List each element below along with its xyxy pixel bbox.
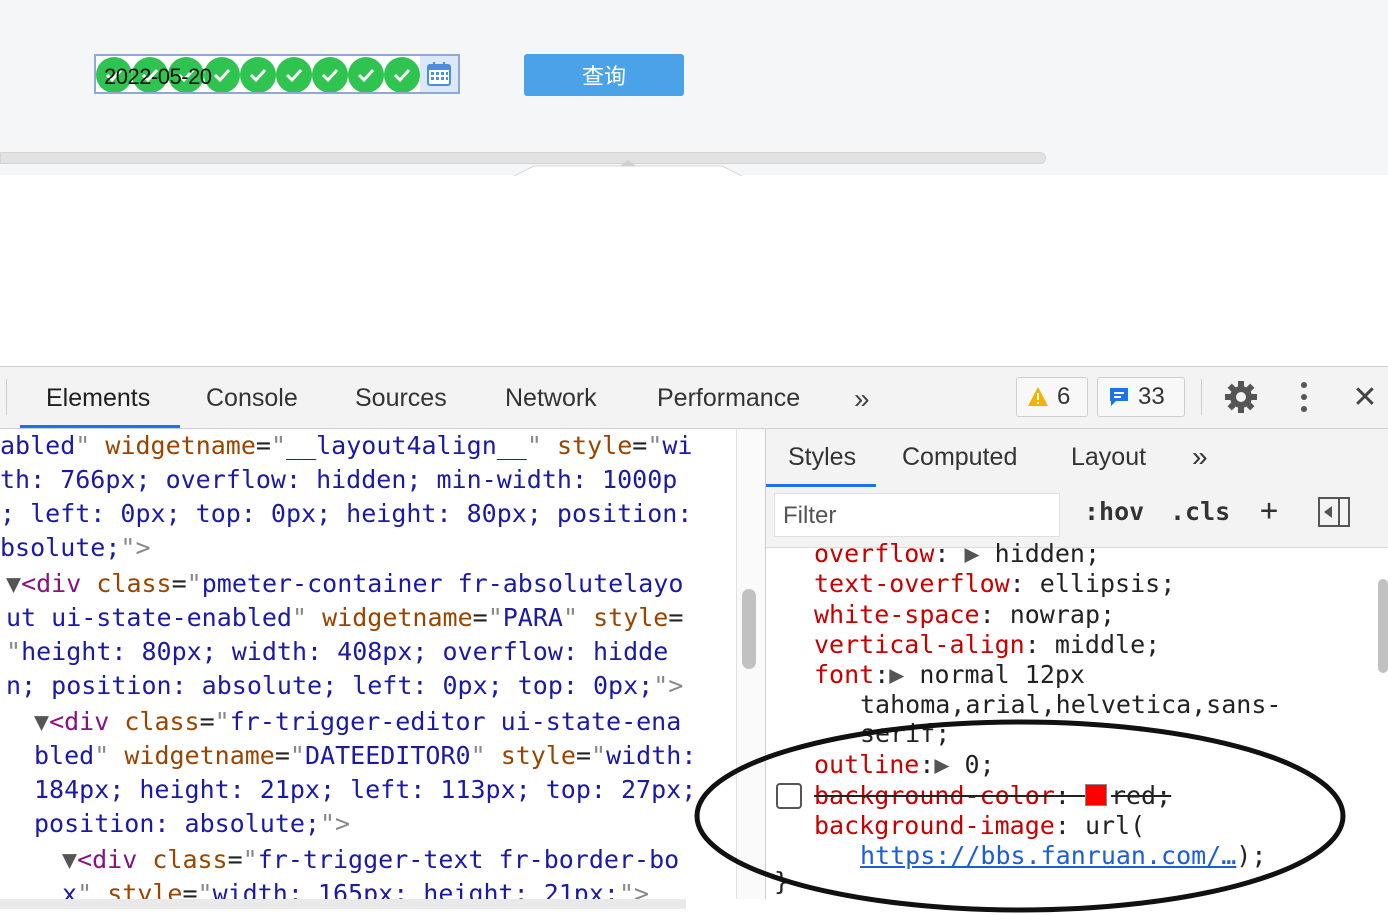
- prop-overflow[interactable]: overflow: ▶ hidden;: [814, 539, 1100, 569]
- active-tab-indicator: [20, 425, 180, 428]
- prop-font-cont: serif;: [860, 719, 951, 748]
- close-icon[interactable]: ✕: [1347, 379, 1383, 415]
- more-subtabs-icon[interactable]: »: [1192, 439, 1208, 475]
- dom-node-line[interactable]: bled" widgetname="DATEEDITOR0" style="wi…: [34, 739, 696, 773]
- message-icon: [1110, 388, 1128, 406]
- prop-outline[interactable]: outline:▶ 0;: [814, 750, 995, 780]
- check-icon: [240, 57, 276, 92]
- tab-network[interactable]: Network: [505, 381, 597, 415]
- prop-background-image-url: https://bbs.fanruan.com/…);: [860, 841, 1267, 870]
- messages-badge[interactable]: 33: [1097, 377, 1185, 417]
- tab-performance[interactable]: Performance: [657, 381, 800, 415]
- background-image-link[interactable]: https://bbs.fanruan.com/…: [860, 841, 1236, 870]
- date-value: 2022-05-20: [104, 64, 212, 89]
- cls-button[interactable]: .cls: [1170, 497, 1230, 526]
- kebab-menu-icon[interactable]: [1286, 379, 1322, 415]
- dom-node-line[interactable]: x" style="width: 165px; height: 21px;">: [62, 877, 649, 899]
- resize-handle[interactable]: [514, 160, 742, 176]
- tab-styles[interactable]: Styles: [788, 439, 856, 475]
- dom-node-line[interactable]: ut ui-state-enabled" widgetname="PARA" s…: [6, 601, 683, 635]
- prop-font-cont: tahoma,arial,helvetica,sans-: [860, 690, 1282, 719]
- more-tabs-icon[interactable]: »: [854, 383, 870, 415]
- dom-node-line[interactable]: "height: 80px; width: 408px; overflow: h…: [6, 635, 668, 669]
- styles-pane: Styles Computed Layout » Filter :hov .cl…: [766, 429, 1388, 909]
- check-icon: [384, 57, 420, 92]
- dom-node-line[interactable]: ▼<div class="pmeter-container fr-absolut…: [6, 567, 683, 601]
- tab-layout[interactable]: Layout: [1071, 439, 1146, 475]
- prop-text-overflow[interactable]: text-overflow: ellipsis;: [814, 569, 1175, 599]
- page-preview: 2022-05-20 查询: [0, 0, 1388, 176]
- toolbar-separator: [1201, 379, 1202, 415]
- messages-count: 33: [1138, 383, 1165, 410]
- date-editor[interactable]: 2022-05-20: [94, 54, 460, 94]
- check-icon: [348, 57, 384, 92]
- prop-background-color[interactable]: background-color: red;: [814, 781, 1171, 811]
- dom-node-line[interactable]: th: 766px; overflow: hidden; min-width: …: [0, 463, 677, 497]
- prop-font[interactable]: font:▶ normal 12px: [814, 660, 1085, 690]
- prop-white-space[interactable]: white-space: nowrap;: [814, 600, 1115, 630]
- tab-console[interactable]: Console: [206, 381, 298, 415]
- dom-node-line[interactable]: ▼<div class="fr-trigger-editor ui-state-…: [34, 705, 681, 739]
- tab-elements[interactable]: Elements: [46, 381, 150, 415]
- devtools-toolbar: Elements Console Sources Network Perform…: [0, 367, 1388, 429]
- dom-node-line[interactable]: n; position: absolute; left: 0px; top: 0…: [6, 669, 683, 703]
- elements-tree[interactable]: abled" widgetname="__layout4align__" sty…: [0, 429, 736, 899]
- styles-filter-input[interactable]: Filter: [774, 493, 1060, 537]
- prop-background-image[interactable]: background-image: url(: [814, 811, 1145, 841]
- prop-vertical-align[interactable]: vertical-align: middle;: [814, 630, 1160, 660]
- dom-node-line[interactable]: position: absolute;">: [34, 807, 350, 841]
- devtools-panel: Elements Console Sources Network Perform…: [0, 366, 1388, 909]
- dom-node-line[interactable]: bsolute;">: [0, 531, 151, 565]
- check-icon: [276, 57, 312, 92]
- warnings-count: 6: [1057, 383, 1071, 410]
- hov-button[interactable]: :hov: [1084, 497, 1144, 526]
- dom-node-line[interactable]: ▼<div class="fr-trigger-text fr-border-b…: [62, 843, 679, 877]
- dom-node-line[interactable]: abled" widgetname="__layout4align__" sty…: [0, 429, 692, 463]
- toolbar-separator: [6, 379, 7, 415]
- warning-icon: [1028, 387, 1048, 406]
- calendar-icon[interactable]: [420, 56, 458, 92]
- add-rule-button[interactable]: +: [1260, 493, 1278, 528]
- styles-subtabs: Styles Computed Layout »: [766, 429, 1388, 488]
- style-rule: overflow: ▶ hidden; text-overflow: ellip…: [766, 539, 1388, 909]
- styles-scroll-thumb[interactable]: [1378, 579, 1388, 673]
- gear-icon[interactable]: [1223, 379, 1259, 415]
- check-icon: [312, 57, 348, 92]
- rule-closing-brace: }: [774, 867, 790, 896]
- dom-node-line[interactable]: 184px; height: 21px; left: 113px; top: 2…: [34, 773, 696, 807]
- query-button[interactable]: 查询: [524, 54, 684, 96]
- prop-enable-checkbox[interactable]: [776, 783, 802, 809]
- color-swatch[interactable]: [1084, 784, 1107, 806]
- dom-node-line[interactable]: ; left: 0px; top: 0px; height: 80px; pos…: [0, 497, 692, 531]
- tab-sources[interactable]: Sources: [355, 381, 447, 415]
- tab-computed[interactable]: Computed: [902, 439, 1017, 475]
- warnings-badge[interactable]: 6: [1016, 377, 1088, 417]
- elements-scroll-thumb[interactable]: [742, 589, 756, 669]
- toggle-sidebar-icon[interactable]: [1318, 497, 1350, 527]
